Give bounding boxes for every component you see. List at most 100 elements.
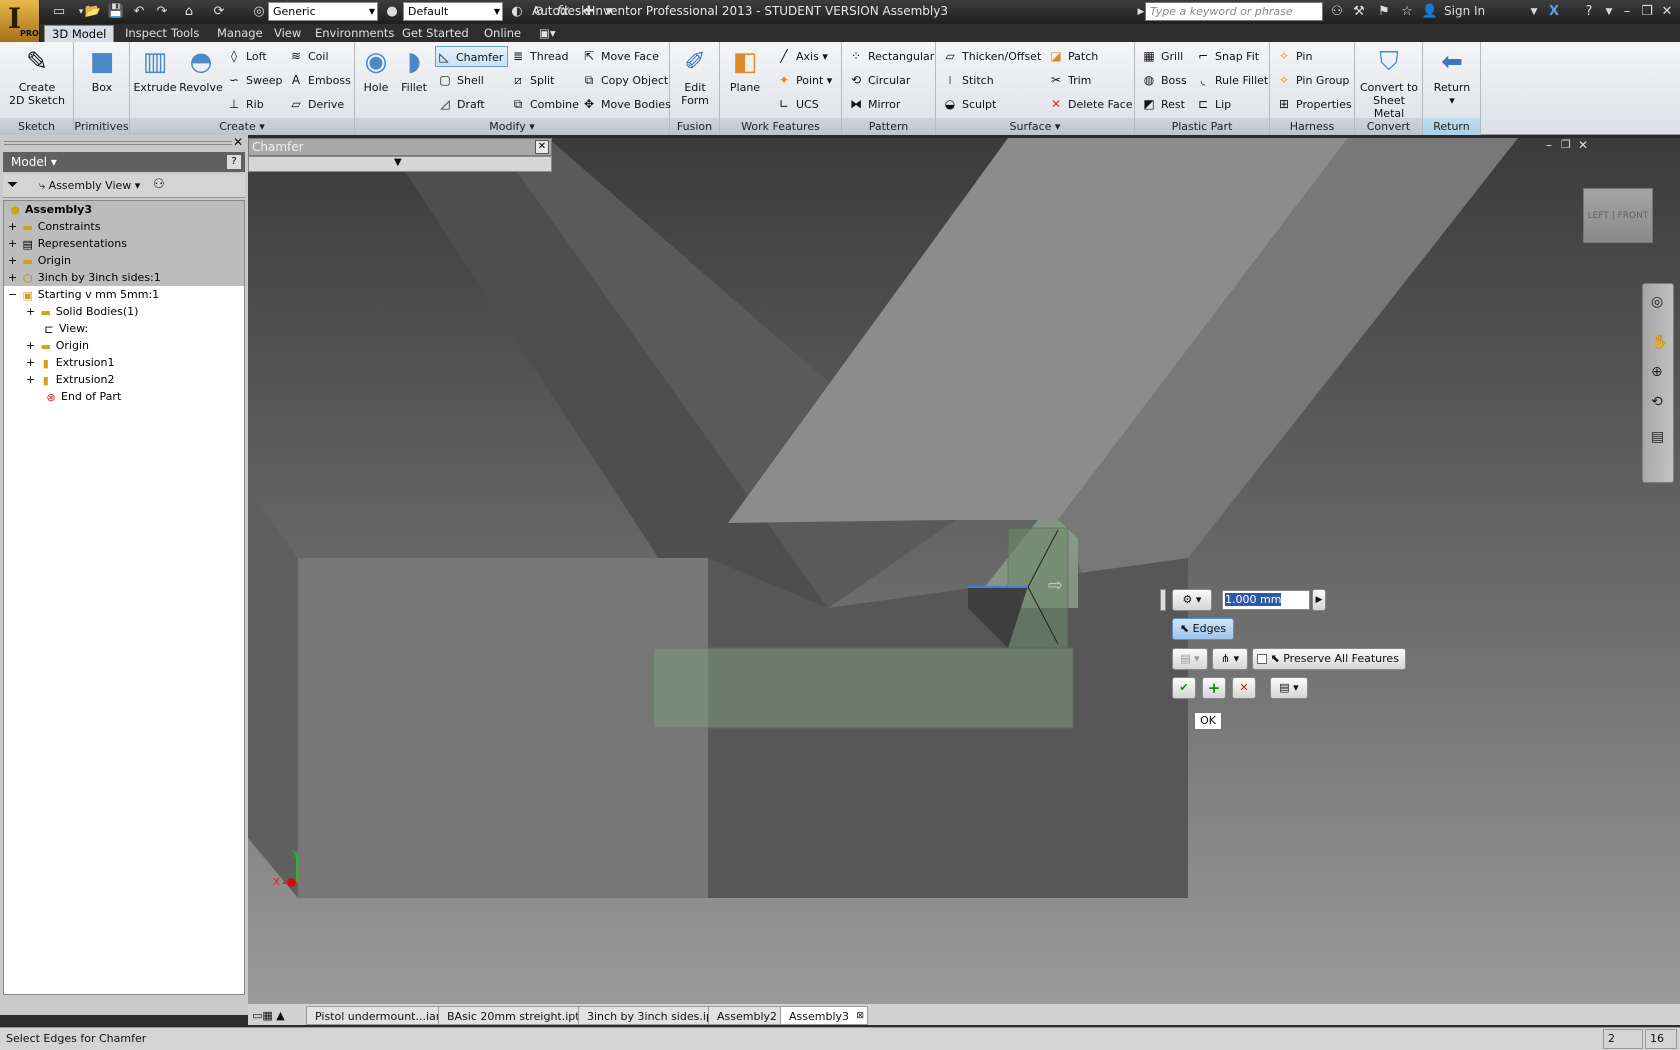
sign-in-dropdown-icon[interactable]: ▼ <box>1525 3 1543 21</box>
extrude-button[interactable]: ▥ Extrude <box>132 46 178 94</box>
tab-environments[interactable]: Environments <box>308 25 401 42</box>
mirror-button[interactable]: ⧓ Mirror <box>848 94 900 115</box>
rule-fillet-button[interactable]: ◟ Rule Fillet <box>1195 70 1269 91</box>
doc-tab-basic-20mm[interactable]: BAsic 20mm streight.ipt <box>438 1006 589 1025</box>
lip-button[interactable]: ⊏ Lip <box>1195 94 1231 115</box>
parameters-icon[interactable]: fx <box>554 3 572 21</box>
find-icon[interactable]: ⚇ <box>153 177 165 192</box>
expand-icon[interactable]: + <box>26 339 39 352</box>
group-label[interactable]: Modify ▾ <box>355 118 669 135</box>
dialog-options-dropdown[interactable]: ▤ ▾ <box>1270 677 1308 699</box>
properties-button[interactable]: ⊞ Properties <box>1276 94 1352 115</box>
axis-button[interactable]: ╱ Axis ▾ <box>776 46 827 67</box>
exchange-icon[interactable]: X <box>1545 3 1563 21</box>
cancel-x-button[interactable]: ✕ <box>1232 677 1256 699</box>
look-at-icon[interactable]: ▤ <box>1651 429 1664 445</box>
distance-input[interactable]: 1.000 mm <box>1222 590 1310 610</box>
thicken-offset-button[interactable]: ▱ Thicken/Offset <box>942 46 1041 67</box>
sweep-button[interactable]: ∽ Sweep <box>226 70 283 91</box>
expand-icon[interactable]: + <box>8 254 21 267</box>
close-icon[interactable]: ✕ <box>233 135 243 149</box>
create-2d-sketch-button[interactable]: ✎ Create 2D Sketch <box>4 46 70 107</box>
tree-node-starting-v-mm[interactable]: − ▣ Starting v mm 5mm:1 <box>4 286 244 303</box>
clear-icon[interactable]: ⊘ <box>530 3 548 21</box>
rest-button[interactable]: ◩ Rest <box>1141 94 1185 115</box>
trim-button[interactable]: ✂ Trim <box>1048 70 1091 91</box>
graphics-window[interactable]: ⇨ LEFT | FRONT – ❐ ✕ ◎ ✋ ⊕ ⟲ ▤ Y X <box>248 138 1680 1003</box>
appearance-combo[interactable]: Default ▼ <box>403 2 503 21</box>
community-icon[interactable]: ⚑ <box>1375 3 1393 21</box>
tree-node-solid-bodies[interactable]: + ▬ Solid Bodies(1) <box>26 303 138 320</box>
doc-tab-assembly3[interactable]: Assembly3 ⊠ <box>780 1006 869 1026</box>
minimize-icon[interactable]: – <box>1618 3 1636 21</box>
tab-view[interactable]: View <box>267 25 308 42</box>
sign-in-link[interactable]: Sign In <box>1444 4 1485 18</box>
viewcube-left[interactable]: LEFT <box>1588 211 1609 221</box>
plane-button[interactable]: ◧ Plane <box>722 46 768 94</box>
sculpt-button[interactable]: ◒ Sculpt <box>942 94 997 115</box>
assembly-view-combo[interactable]: ⤷ Assembly View ▾ <box>39 179 140 193</box>
tab-get-started[interactable]: Get Started <box>395 25 476 42</box>
revolve-button[interactable]: ◓ Revolve <box>178 46 224 94</box>
adjust-icon[interactable]: ◐ <box>508 3 526 21</box>
doc-tab-pistol[interactable]: Pistol undermount...iam <box>306 1006 456 1025</box>
restore-icon[interactable]: ❐ <box>1638 3 1656 21</box>
corner-dropdown[interactable]: ⋔ ▾ <box>1212 648 1248 670</box>
edit-form-button[interactable]: ✐ Edit Form <box>674 46 716 107</box>
close-icon[interactable]: ⊠ <box>856 1007 864 1026</box>
vp-minimize-icon[interactable]: – <box>1546 138 1552 152</box>
vp-restore-icon[interactable]: ❐ <box>1561 138 1571 151</box>
undo-icon[interactable]: ↶ <box>130 3 148 21</box>
redo-icon[interactable]: ↷ <box>153 3 171 21</box>
close-icon[interactable]: ✕ <box>535 140 549 154</box>
new-icon[interactable]: ▭ <box>50 3 68 21</box>
save-icon[interactable]: 💾 <box>107 3 125 21</box>
hole-button[interactable]: ◉ Hole <box>357 46 395 94</box>
tab-3d-model[interactable]: 3D Model <box>44 25 115 42</box>
return-button[interactable]: ⬅ Return ▾ <box>1427 46 1477 107</box>
tree-node-constraints[interactable]: + ▬ Constraints <box>4 218 244 235</box>
chamfer-button[interactable]: ◺ Chamfer <box>435 46 509 67</box>
stitch-button[interactable]: ⧘ Stitch <box>942 70 994 91</box>
expand-icon[interactable]: + <box>26 356 39 369</box>
tree-node-end-of-part[interactable]: ⊗ End of Part <box>44 388 121 405</box>
tab-manage[interactable]: Manage <box>210 25 270 42</box>
help-dropdown-icon[interactable]: ▼ <box>1600 3 1618 21</box>
zoom-icon[interactable]: ⊕ <box>1651 364 1663 380</box>
material-combo[interactable]: Generic ▼ <box>268 2 378 21</box>
customize-icon[interactable]: ▼ <box>600 3 618 21</box>
doc-tab-3inch[interactable]: 3inch by 3inch sides.ipt <box>578 1006 727 1025</box>
tree-node-3inch-sides[interactable]: + ⬡ 3inch by 3inch sides:1 <box>4 269 244 286</box>
group-label[interactable]: Surface ▾ <box>936 118 1134 135</box>
chamfer-type-dropdown[interactable]: ⚙ ▾ <box>1172 589 1212 611</box>
close-icon[interactable]: ✕ <box>1658 3 1676 21</box>
tab-online[interactable]: Online <box>477 25 528 42</box>
tree-node-extrusion2[interactable]: + ▮ Extrusion2 <box>26 371 114 388</box>
thread-button[interactable]: ≣ Thread <box>510 46 569 67</box>
tab-tools[interactable]: Tools <box>164 25 206 42</box>
pin-group-button[interactable]: ✧ Pin Group <box>1276 70 1349 91</box>
preserve-checkbox[interactable] <box>1257 654 1267 664</box>
draft-button[interactable]: ◿ Draft <box>437 94 484 115</box>
box-button[interactable]: ■ Box <box>82 46 122 94</box>
tree-node-part-origin[interactable]: + ▬ Origin <box>26 337 89 354</box>
loft-button[interactable]: ◊ Loft <box>226 46 267 67</box>
emboss-button[interactable]: A Emboss <box>288 70 351 91</box>
pin-button[interactable]: ✧ Pin <box>1276 46 1312 67</box>
return-home-icon[interactable]: ⌂ <box>180 3 198 21</box>
binoculars-icon[interactable]: ⚇ <box>1328 3 1346 21</box>
circular-pattern-button[interactable]: ⟲ Circular <box>848 70 910 91</box>
move-face-button[interactable]: ⇱ Move Face <box>581 46 659 67</box>
open-icon[interactable]: 📂 <box>84 3 102 21</box>
chevron-down-icon[interactable]: ▼ <box>394 157 402 168</box>
vp-close-icon[interactable]: ✕ <box>1578 138 1588 152</box>
tree-node-extrusion1[interactable]: + ▮ Extrusion1 <box>26 354 114 371</box>
ucs-button[interactable]: ∟ UCS <box>776 94 819 115</box>
viewcube[interactable]: LEFT | FRONT <box>1583 188 1653 243</box>
camera-icon[interactable]: ▣▾ <box>532 25 563 42</box>
expand-icon[interactable]: + <box>26 305 39 318</box>
ok-check-button[interactable]: ✔ <box>1172 677 1196 699</box>
point-button[interactable]: ✦ Point ▾ <box>776 70 832 91</box>
filter-icon[interactable]: ⏷ <box>7 177 18 193</box>
expand-icon[interactable]: + <box>8 220 21 233</box>
